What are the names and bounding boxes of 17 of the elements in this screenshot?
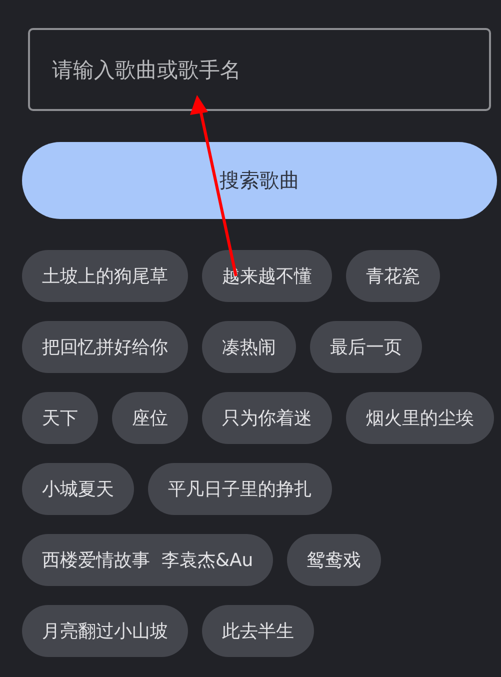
song-chip[interactable]: 最后一页 (310, 321, 422, 373)
song-chip[interactable]: 此去半生 (202, 605, 314, 657)
song-chip[interactable]: 烟火里的尘埃 (346, 392, 494, 444)
song-chip[interactable]: 只为你着迷 (202, 392, 332, 444)
search-field[interactable]: 请输入歌曲或歌手名 (28, 28, 491, 111)
song-chip[interactable]: 西楼爱情故事 李袁杰&Au (22, 534, 274, 586)
search-button[interactable]: 搜索歌曲 (22, 142, 497, 219)
song-chip[interactable]: 月亮翻过小山坡 (22, 605, 188, 657)
song-chip[interactable]: 凑热闹 (202, 321, 296, 373)
song-chip[interactable]: 座位 (112, 392, 188, 444)
song-chip[interactable]: 天下 (22, 392, 98, 444)
song-chip[interactable]: 小城夏天 (22, 463, 134, 515)
song-chip[interactable]: 平凡日子里的挣扎 (148, 463, 332, 515)
song-chip[interactable]: 鸳鸯戏 (287, 534, 382, 586)
song-chip[interactable]: 青花瓷 (346, 250, 440, 302)
song-chip[interactable]: 把回忆拼好给你 (22, 321, 188, 373)
song-chip[interactable]: 土坡上的狗尾草 (22, 250, 188, 302)
